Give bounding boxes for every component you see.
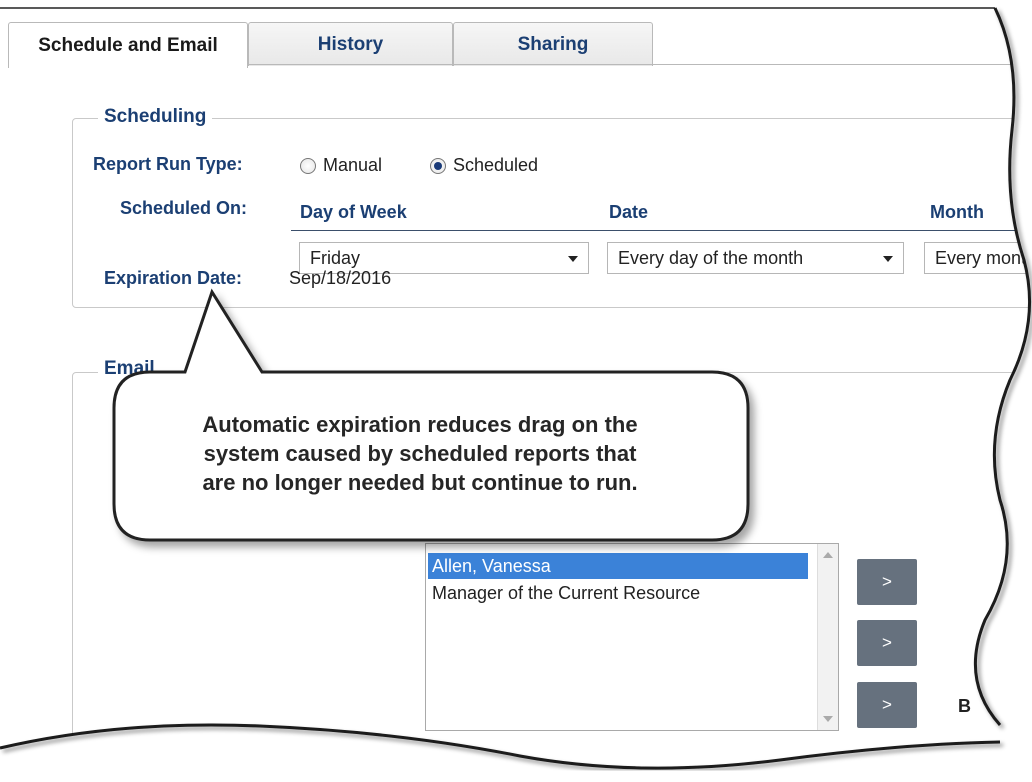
tab-schedule-and-email[interactable]: Schedule and Email — [8, 22, 248, 68]
callout-line-2: system caused by scheduled reports that — [203, 441, 637, 466]
report-schedule-screenshot: Schedule and Email History Sharing Sched… — [0, 0, 1032, 782]
callout-line-3: are no longer needed but continue to run… — [202, 470, 638, 495]
callout-bubble — [112, 288, 750, 542]
callout-line-1: Automatic expiration reduces drag on the — [202, 412, 638, 437]
callout-text: Automatic expiration reduces drag on the… — [120, 410, 720, 497]
